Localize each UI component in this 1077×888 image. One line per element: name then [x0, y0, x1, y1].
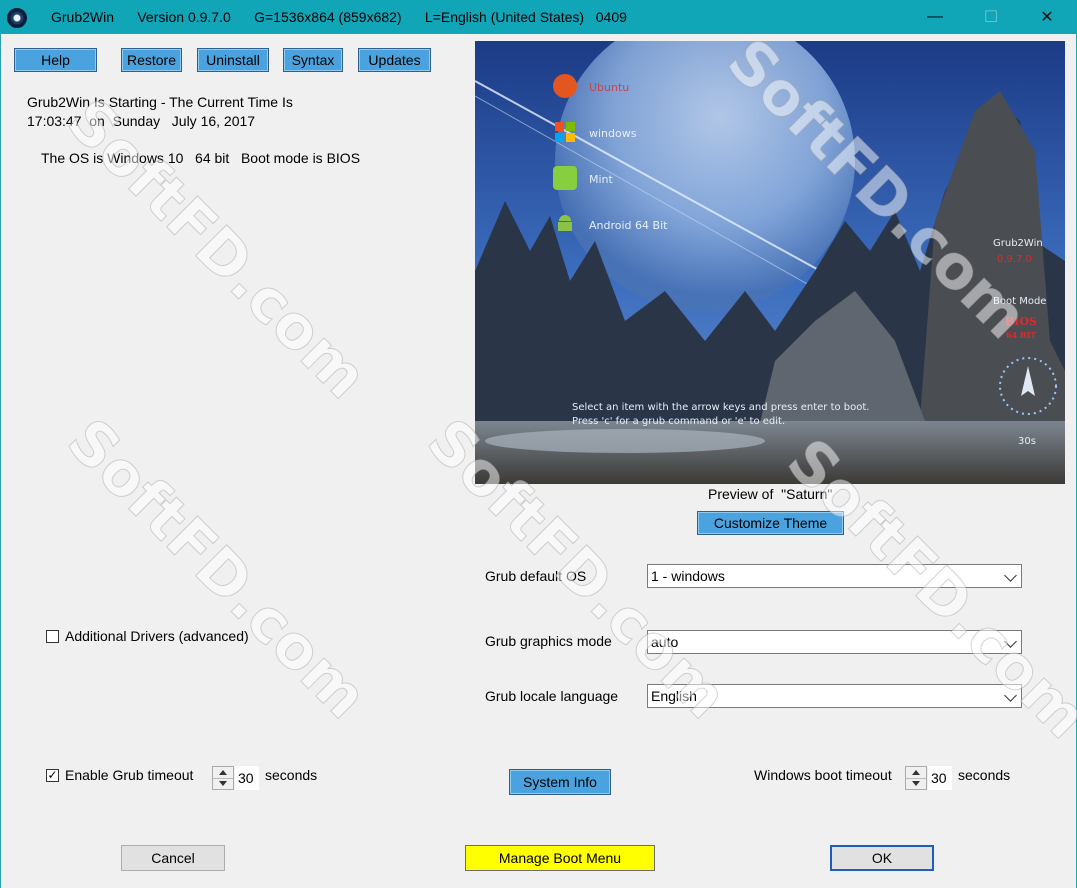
- preview-boot-mode-value: BIOS: [1005, 315, 1037, 328]
- android-icon: [553, 212, 577, 236]
- system-info-button[interactable]: System Info: [509, 769, 611, 795]
- preview-menu-item-mint: Mint: [589, 173, 613, 186]
- cancel-button[interactable]: Cancel: [121, 845, 225, 871]
- close-icon: ✕: [1040, 9, 1054, 26]
- locale-select[interactable]: English: [647, 684, 1022, 708]
- additional-drivers-label: Additional Drivers (advanced): [65, 628, 249, 644]
- default-os-value: 1 - windows: [651, 568, 725, 584]
- additional-drivers-checkbox[interactable]: [46, 630, 59, 643]
- preview-side-title: Grub2Win: [993, 238, 1043, 249]
- grub-timeout-stepper[interactable]: [212, 766, 234, 790]
- preview-hint-line-1: Select an item with the arrow keys and p…: [572, 402, 870, 413]
- preview-boot-mode-label: Boot Mode: [993, 296, 1047, 307]
- minimize-icon: —: [927, 8, 943, 25]
- close-button[interactable]: ✕: [1019, 0, 1075, 34]
- main-panel: Help Restore Uninstall Syntax Updates Gr…: [0, 25, 1077, 888]
- graphics-mode-label: Grub graphics mode: [485, 633, 612, 649]
- minimize-button[interactable]: —: [907, 0, 963, 34]
- ubuntu-icon: [553, 74, 577, 98]
- grub2win-app-icon[interactable]: [7, 8, 27, 28]
- stepper-down-icon[interactable]: [906, 778, 926, 789]
- graphics-mode-select[interactable]: auto: [647, 630, 1022, 654]
- preview-menu-item-ubuntu: Ubuntu: [589, 81, 630, 94]
- customize-theme-button[interactable]: Customize Theme: [697, 511, 844, 535]
- enable-timeout-checkbox[interactable]: ✓: [46, 769, 59, 782]
- preview-side-version: 0.9.7.0: [997, 254, 1032, 265]
- manage-boot-menu-button[interactable]: Manage Boot Menu: [465, 845, 655, 871]
- preview-menu-item-windows: windows: [589, 127, 637, 140]
- preview-caption: Preview of "Saturn": [708, 486, 833, 502]
- chevron-down-icon: [1004, 569, 1017, 582]
- theme-preview-image: Ubuntu windows Mint Android 64 Bit Grub2…: [475, 41, 1065, 484]
- default-os-select[interactable]: 1 - windows: [647, 564, 1022, 588]
- windows-timeout-unit: seconds: [958, 767, 1011, 783]
- windows-timeout-value[interactable]: 30: [928, 766, 952, 790]
- syntax-button[interactable]: Syntax: [283, 48, 343, 72]
- preview-hint-line-2: Press 'c' for a grub command or 'e' to e…: [572, 416, 786, 427]
- help-button[interactable]: Help: [14, 48, 97, 72]
- locale-label: Grub locale language: [485, 688, 619, 704]
- status-line-2: 17:03:47 on Sunday July 16, 2017: [27, 113, 256, 129]
- preview-menu-item-android: Android 64 Bit: [589, 219, 668, 232]
- uninstall-button[interactable]: Uninstall: [197, 48, 269, 72]
- ok-button[interactable]: OK: [830, 845, 934, 871]
- grub-timeout-value[interactable]: 30: [235, 766, 259, 790]
- maximize-icon: ☐: [983, 9, 999, 26]
- stepper-down-icon[interactable]: [213, 778, 233, 789]
- title-bar: Grub2Win Version 0.9.7.0 G=1536x864 (859…: [0, 0, 1077, 34]
- checkmark-icon: ✓: [47, 768, 58, 782]
- default-os-label: Grub default OS: [485, 568, 587, 584]
- watermark: SoftFD.com: [53, 405, 381, 733]
- watermark: SoftFD.com: [53, 85, 381, 413]
- preview-bit-value: 64 BIT: [1006, 330, 1037, 340]
- restore-button[interactable]: Restore: [121, 48, 182, 72]
- window-title: Grub2Win Version 0.9.7.0 G=1536x864 (859…: [51, 9, 627, 25]
- grub-timeout-unit: seconds: [265, 767, 318, 783]
- chevron-down-icon: [1004, 689, 1017, 702]
- maximize-button[interactable]: ☐: [963, 0, 1019, 34]
- os-info: The OS is Windows 10 64 bit Boot mode is…: [41, 150, 361, 166]
- windows-icon: [553, 120, 577, 144]
- updates-button[interactable]: Updates: [358, 48, 431, 72]
- windows-timeout-label: Windows boot timeout: [754, 767, 892, 783]
- locale-value: English: [651, 688, 697, 704]
- status-line-1: Grub2Win Is Starting - The Current Time …: [27, 94, 293, 110]
- windows-timeout-stepper[interactable]: [905, 766, 927, 790]
- mint-icon: [553, 166, 577, 190]
- preview-countdown: 30s: [1018, 436, 1036, 447]
- enable-timeout-label: Enable Grub timeout: [65, 767, 194, 783]
- chevron-down-icon: [1004, 635, 1017, 648]
- graphics-mode-value: auto: [651, 634, 679, 650]
